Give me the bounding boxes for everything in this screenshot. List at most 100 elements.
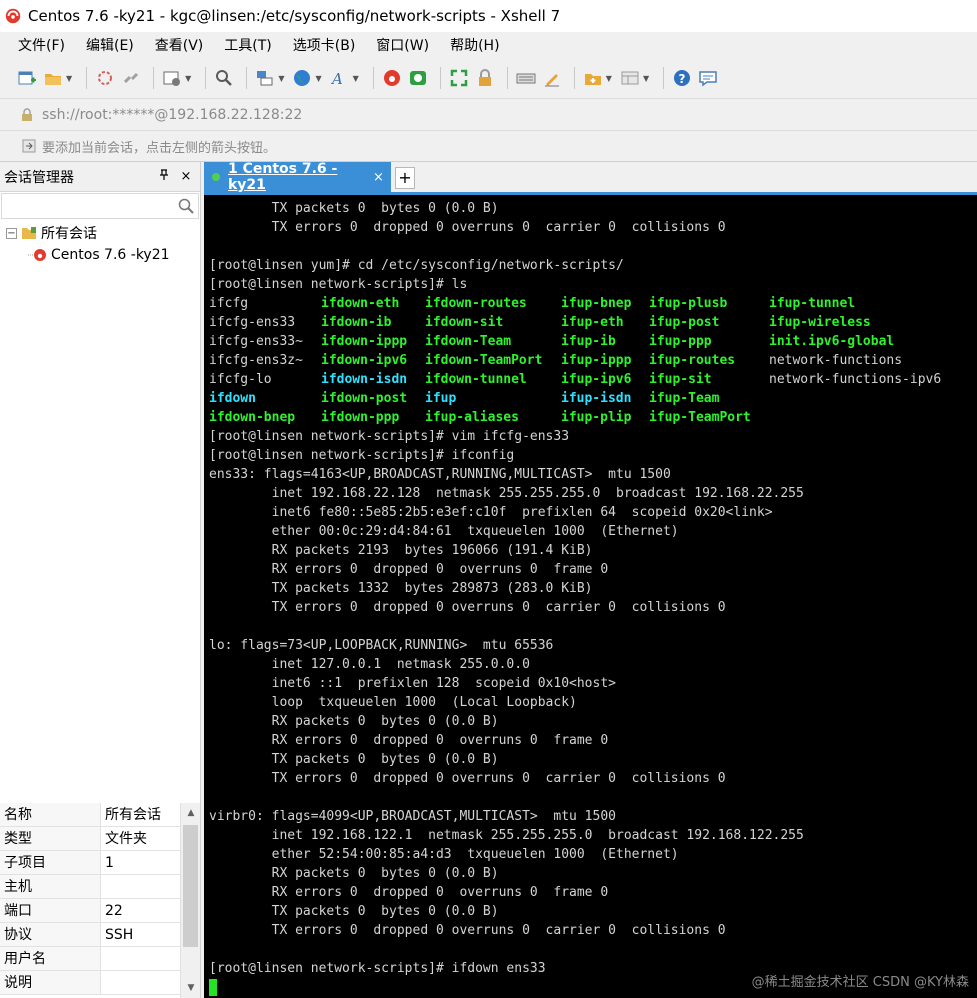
collapse-icon[interactable]: − [6, 227, 17, 239]
properties-scrollbar[interactable]: ▲ ▼ [180, 803, 200, 998]
font-button[interactable]: A [329, 67, 351, 89]
property-key: 协议 [0, 923, 101, 946]
session-manager-title: 会话管理器 [4, 169, 74, 186]
highlight-button[interactable] [541, 67, 563, 89]
search-icon[interactable] [177, 197, 195, 215]
menu-window[interactable]: 窗口(W) [372, 33, 433, 57]
property-row[interactable]: 类型 文件夹 [0, 827, 200, 851]
svg-text:A: A [330, 70, 343, 88]
globe-button[interactable] [291, 67, 313, 89]
new-session-button[interactable] [16, 67, 38, 89]
toolbar-separator [573, 67, 575, 89]
folder-add-icon [584, 74, 601, 85]
add-script-button[interactable] [582, 67, 604, 89]
tile-button[interactable] [619, 67, 641, 89]
menu-help[interactable]: 帮助(H) [446, 33, 503, 57]
menu-bar: 文件(F) 编辑(E) 查看(V) 工具(T) 选项卡(B) 窗口(W) 帮助(… [0, 32, 977, 58]
open-folder-button[interactable] [42, 67, 64, 89]
new-tab-button[interactable]: + [395, 167, 415, 189]
disconnect-button[interactable] [120, 67, 142, 89]
terminal-line: inet 127.0.0.1 netmask 255.0.0.0 [209, 657, 530, 672]
find-button[interactable] [213, 67, 235, 89]
script-dropdown-icon[interactable]: ▼ [606, 74, 612, 83]
terminal-line: [root@linsen yum]# cd /etc/sysconfig/net… [209, 258, 624, 273]
menu-view[interactable]: 查看(V) [151, 33, 208, 57]
layout-dropdown-icon[interactable]: ▼ [278, 74, 284, 83]
menu-file[interactable]: 文件(F) [14, 33, 69, 57]
session-tree: − 所有会话 Centos 7.6 -ky21 [0, 220, 200, 266]
property-row[interactable]: 端口 22 [0, 899, 200, 923]
ls-entry: ifup-post [649, 315, 720, 330]
menu-tools[interactable]: 工具(T) [220, 33, 275, 57]
ls-entry: ifcfg-ens33~ [209, 334, 303, 349]
toolbar-separator [372, 67, 374, 89]
fullscreen-button[interactable] [448, 67, 470, 89]
property-row[interactable]: 协议 SSH [0, 923, 200, 947]
ls-entry: network-functions-ipv6 [769, 372, 942, 387]
address-bar[interactable]: ssh://root:******@192.168.22.128:22 [0, 98, 977, 130]
globe-icon [294, 70, 311, 86]
ls-output-row: ifdown-bnep ifdown-ppp ifup-aliases ifup-pl… [209, 408, 977, 427]
property-key: 用户名 [0, 947, 101, 970]
ls-entry: ifdown-Team [425, 334, 512, 349]
globe-dropdown-icon[interactable]: ▼ [315, 74, 321, 83]
toolbar-separator [439, 67, 441, 89]
session-search-input[interactable] [1, 193, 199, 219]
property-row[interactable]: 说明 [0, 971, 200, 995]
pin-glyph-icon [160, 168, 168, 180]
pen-icon [544, 74, 559, 87]
xshell-icon [383, 70, 400, 86]
terminal-line: RX packets 0 bytes 0 (0.0 B) [209, 714, 499, 729]
tab-close-button[interactable]: × [373, 170, 391, 185]
terminal-cursor [209, 979, 217, 996]
property-row[interactable]: 子项目 1 [0, 851, 200, 875]
keyboard-icon [516, 73, 536, 84]
ls-entry: ifdown-routes [425, 296, 527, 311]
hint-text: 要添加当前会话，点击左侧的箭头按钮。 [42, 140, 277, 156]
lock-button[interactable] [474, 67, 496, 89]
terminal-line: RX packets 0 bytes 0 (0.0 B) [209, 866, 499, 881]
terminal-line: TX packets 0 bytes 0 (0.0 B) [209, 201, 499, 216]
property-row[interactable]: 主机 [0, 875, 200, 899]
tree-item-label: Centos 7.6 -ky21 [51, 247, 170, 263]
scroll-thumb[interactable] [183, 825, 198, 947]
help-button[interactable]: ? [671, 67, 693, 89]
terminal-line: TX errors 0 dropped 0 overruns 0 carrier… [209, 923, 726, 938]
tree-item-all-sessions[interactable]: − 所有会话 [0, 222, 200, 244]
terminal-line: loop txqueuelen 1000 (Local Loopback) [209, 695, 577, 710]
reconnect-button[interactable] [94, 67, 116, 89]
property-row[interactable]: 名称 所有会话 [0, 803, 200, 827]
properties-button[interactable] [161, 67, 183, 89]
bookmark-arrow-icon[interactable] [22, 139, 36, 153]
xftp-button[interactable] [407, 67, 429, 89]
lock-icon [478, 69, 491, 86]
properties-dropdown-icon[interactable]: ▼ [185, 74, 191, 83]
tree-item-centos-session[interactable]: Centos 7.6 -ky21 [0, 244, 200, 266]
chat-icon [699, 71, 717, 87]
ls-entry: ifdown-ppp [321, 410, 400, 425]
lock-icon [22, 107, 32, 121]
session-manager-close-button[interactable]: × [178, 169, 194, 184]
ls-output-row: ifcfg-ens33~ ifdown-ippp ifdown-Team ifup-i… [209, 332, 977, 351]
session-icon [28, 249, 46, 261]
terminal[interactable]: TX packets 0 bytes 0 (0.0 B) TX errors 0… [204, 192, 977, 998]
property-key: 子项目 [0, 851, 101, 874]
tree-item-label: 所有会话 [41, 226, 97, 242]
tab-centos-session[interactable]: 1 Centos 7.6 -ky21 × [204, 161, 391, 193]
menu-tabs[interactable]: 选项卡(B) [289, 33, 360, 57]
keyboard-button[interactable] [515, 67, 537, 89]
menu-edit[interactable]: 编辑(E) [82, 33, 138, 57]
xftp-icon [409, 71, 426, 85]
scroll-up-icon[interactable]: ▲ [181, 803, 201, 823]
layout-button[interactable] [254, 67, 276, 89]
scroll-down-icon[interactable]: ▼ [181, 978, 201, 998]
tile-dropdown-icon[interactable]: ▼ [643, 74, 649, 83]
pin-icon[interactable] [156, 168, 172, 185]
session-properties: 名称 所有会话 类型 文件夹 子项目 1 主机 端口 22 协议 SSH 用户名 说明 ▲… [0, 803, 200, 998]
chat-button[interactable] [697, 67, 719, 89]
terminal-line: inet 192.168.22.128 netmask 255.255.255.… [209, 486, 804, 501]
property-row[interactable]: 用户名 [0, 947, 200, 971]
open-dropdown-icon[interactable]: ▼ [66, 74, 72, 83]
xshell-button[interactable] [381, 67, 403, 89]
font-dropdown-icon[interactable]: ▼ [353, 74, 359, 83]
